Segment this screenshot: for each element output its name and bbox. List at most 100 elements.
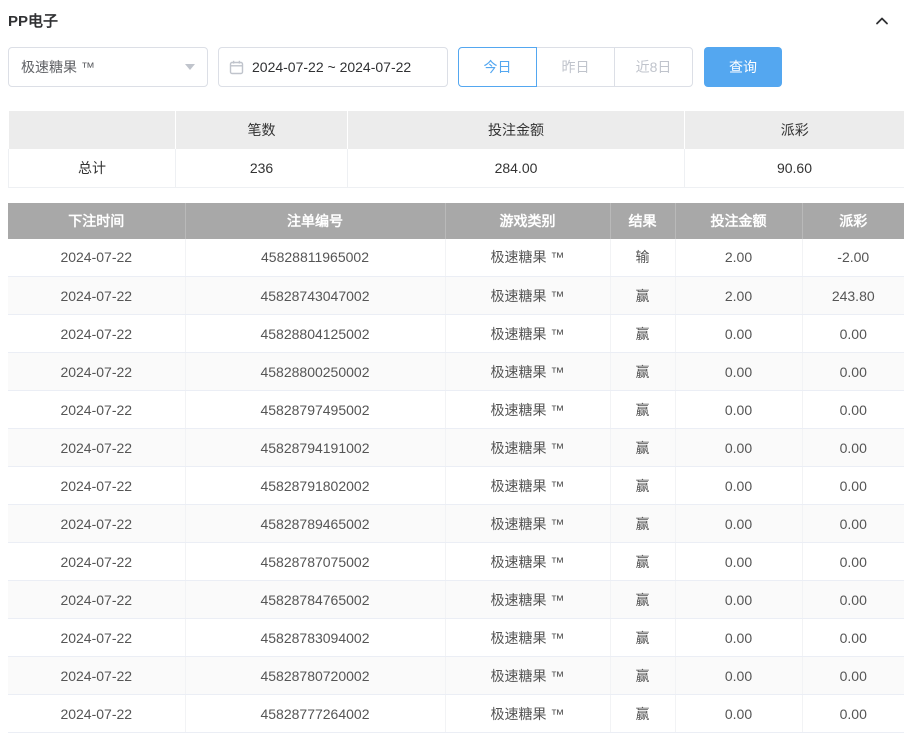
bet-result: 输 <box>610 239 675 277</box>
bet-id: 45828811965002 <box>185 239 445 277</box>
bet-result: 赢 <box>610 543 675 581</box>
table-row: 2024-07-22 45828811965002 极速糖果 ™ 输 2.00 … <box>8 239 904 277</box>
summary-bet-amount-value: 284.00 <box>348 149 685 187</box>
bet-id: 45828783094002 <box>185 619 445 657</box>
bet-date: 2024-07-22 <box>8 505 185 543</box>
game-type: 极速糖果 ™ <box>445 657 610 695</box>
bet-result: 赢 <box>610 657 675 695</box>
game-type: 极速糖果 ™ <box>445 429 610 467</box>
game-type: 极速糖果 ™ <box>445 581 610 619</box>
filter-bar: 极速糖果 ™ 2024-07-22 ~ 2024-07-22 今日 昨日 近8日… <box>8 47 896 87</box>
summary-header-bet-amount: 投注金额 <box>348 111 685 149</box>
search-button[interactable]: 查询 <box>704 47 782 87</box>
table-row: 2024-07-22 45828804125002 极速糖果 ™ 赢 0.00 … <box>8 315 904 353</box>
bet-payout: 0.00 <box>802 505 904 543</box>
bet-id: 45828794191002 <box>185 429 445 467</box>
table-row: 2024-07-22 45828791802002 极速糖果 ™ 赢 0.00 … <box>8 467 904 505</box>
panel-title: PP电子 <box>8 10 58 31</box>
bet-payout: 0.00 <box>802 353 904 391</box>
bet-date: 2024-07-22 <box>8 353 185 391</box>
bet-id: 45828789465002 <box>185 505 445 543</box>
table-row: 2024-07-22 45828789465002 极速糖果 ™ 赢 0.00 … <box>8 505 904 543</box>
quick-range-button-group: 今日 昨日 近8日 <box>458 47 693 87</box>
date-range-value: 2024-07-22 ~ 2024-07-22 <box>252 59 411 75</box>
summary-header-count: 笔数 <box>176 111 348 149</box>
bet-payout: 243.80 <box>802 277 904 315</box>
table-row: 2024-07-22 45828743047002 极速糖果 ™ 赢 2.00 … <box>8 277 904 315</box>
bet-id: 45828797495002 <box>185 391 445 429</box>
table-row: 2024-07-22 45828787075002 极速糖果 ™ 赢 0.00 … <box>8 543 904 581</box>
bet-date: 2024-07-22 <box>8 657 185 695</box>
bet-amount: 0.00 <box>675 695 802 733</box>
table-row: 2024-07-22 45828780720002 极速糖果 ™ 赢 0.00 … <box>8 657 904 695</box>
bet-table-header-row: 下注时间 注单编号 游戏类别 结果 投注金额 派彩 <box>8 203 904 239</box>
table-row: 2024-07-22 45828784765002 极速糖果 ™ 赢 0.00 … <box>8 581 904 619</box>
bet-result: 赢 <box>610 391 675 429</box>
game-type: 极速糖果 ™ <box>445 353 610 391</box>
bet-result: 赢 <box>610 429 675 467</box>
bet-result: 赢 <box>610 619 675 657</box>
bet-payout: 0.00 <box>802 543 904 581</box>
bet-id: 45828780720002 <box>185 657 445 695</box>
bet-id: 45828800250002 <box>185 353 445 391</box>
bet-id: 45828777264002 <box>185 695 445 733</box>
col-header-game-type: 游戏类别 <box>445 203 610 239</box>
bet-date: 2024-07-22 <box>8 581 185 619</box>
bet-result: 赢 <box>610 277 675 315</box>
bet-result: 赢 <box>610 353 675 391</box>
col-header-bet-time: 下注时间 <box>8 203 185 239</box>
quick-button-last-8-days[interactable]: 近8日 <box>614 47 693 87</box>
bet-result: 赢 <box>610 467 675 505</box>
bet-payout: 0.00 <box>802 657 904 695</box>
chevron-down-icon <box>185 64 195 70</box>
bet-date: 2024-07-22 <box>8 467 185 505</box>
bet-payout: 0.00 <box>802 695 904 733</box>
bet-amount: 0.00 <box>675 581 802 619</box>
bet-amount: 0.00 <box>675 467 802 505</box>
bet-id: 45828791802002 <box>185 467 445 505</box>
summary-header-payout: 派彩 <box>685 111 904 149</box>
bet-payout: 0.00 <box>802 429 904 467</box>
calendar-icon <box>229 60 244 75</box>
bet-id: 45828784765002 <box>185 581 445 619</box>
table-row: 2024-07-22 45828800250002 极速糖果 ™ 赢 0.00 … <box>8 353 904 391</box>
game-type: 极速糖果 ™ <box>445 467 610 505</box>
bet-amount: 0.00 <box>675 429 802 467</box>
bet-amount: 0.00 <box>675 657 802 695</box>
bet-amount: 0.00 <box>675 619 802 657</box>
bet-amount: 2.00 <box>675 239 802 277</box>
game-type: 极速糖果 ™ <box>445 391 610 429</box>
bet-payout: 0.00 <box>802 315 904 353</box>
game-select-value: 极速糖果 ™ <box>21 57 95 77</box>
quick-button-yesterday[interactable]: 昨日 <box>536 47 615 87</box>
col-header-bet-amount: 投注金额 <box>675 203 802 239</box>
bet-payout: 0.00 <box>802 619 904 657</box>
bet-date: 2024-07-22 <box>8 429 185 467</box>
game-type: 极速糖果 ™ <box>445 505 610 543</box>
game-type: 极速糖果 ™ <box>445 619 610 657</box>
summary-total-row: 总计 236 284.00 90.60 <box>9 149 904 187</box>
bet-payout: 0.00 <box>802 581 904 619</box>
game-select[interactable]: 极速糖果 ™ <box>8 47 208 87</box>
bet-date: 2024-07-22 <box>8 695 185 733</box>
pp-electronic-panel: PP电子 极速糖果 ™ 2024-07-22 ~ 2024-07-22 <box>0 0 904 733</box>
panel-header: PP电子 <box>0 0 904 31</box>
quick-button-today[interactable]: 今日 <box>458 47 537 87</box>
bet-result: 赢 <box>610 695 675 733</box>
chevron-up-icon[interactable] <box>874 13 890 29</box>
bet-result: 赢 <box>610 505 675 543</box>
bet-date: 2024-07-22 <box>8 619 185 657</box>
summary-total-label: 总计 <box>9 149 176 187</box>
bet-records-table: 下注时间 注单编号 游戏类别 结果 投注金额 派彩 2024-07-22 458… <box>8 203 904 733</box>
table-row: 2024-07-22 45828783094002 极速糖果 ™ 赢 0.00 … <box>8 619 904 657</box>
summary-header-row: 笔数 投注金额 派彩 <box>9 111 904 149</box>
bet-amount: 2.00 <box>675 277 802 315</box>
table-row: 2024-07-22 45828797495002 极速糖果 ™ 赢 0.00 … <box>8 391 904 429</box>
bet-table-body: 2024-07-22 45828811965002 极速糖果 ™ 输 2.00 … <box>8 239 904 733</box>
table-row: 2024-07-22 45828777264002 极速糖果 ™ 赢 0.00 … <box>8 695 904 733</box>
bet-date: 2024-07-22 <box>8 543 185 581</box>
date-range-picker[interactable]: 2024-07-22 ~ 2024-07-22 <box>218 47 448 87</box>
game-type: 极速糖果 ™ <box>445 239 610 277</box>
bet-id: 45828743047002 <box>185 277 445 315</box>
bet-id: 45828787075002 <box>185 543 445 581</box>
